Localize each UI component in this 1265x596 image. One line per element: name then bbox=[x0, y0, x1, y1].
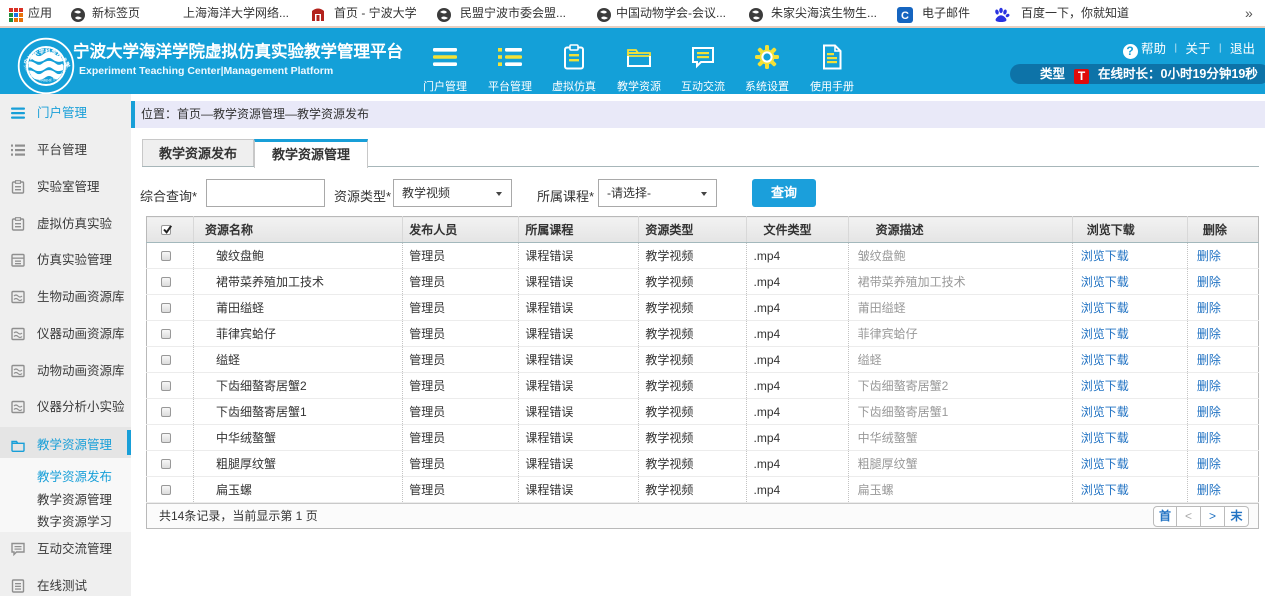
svg-text:C: C bbox=[901, 10, 909, 22]
